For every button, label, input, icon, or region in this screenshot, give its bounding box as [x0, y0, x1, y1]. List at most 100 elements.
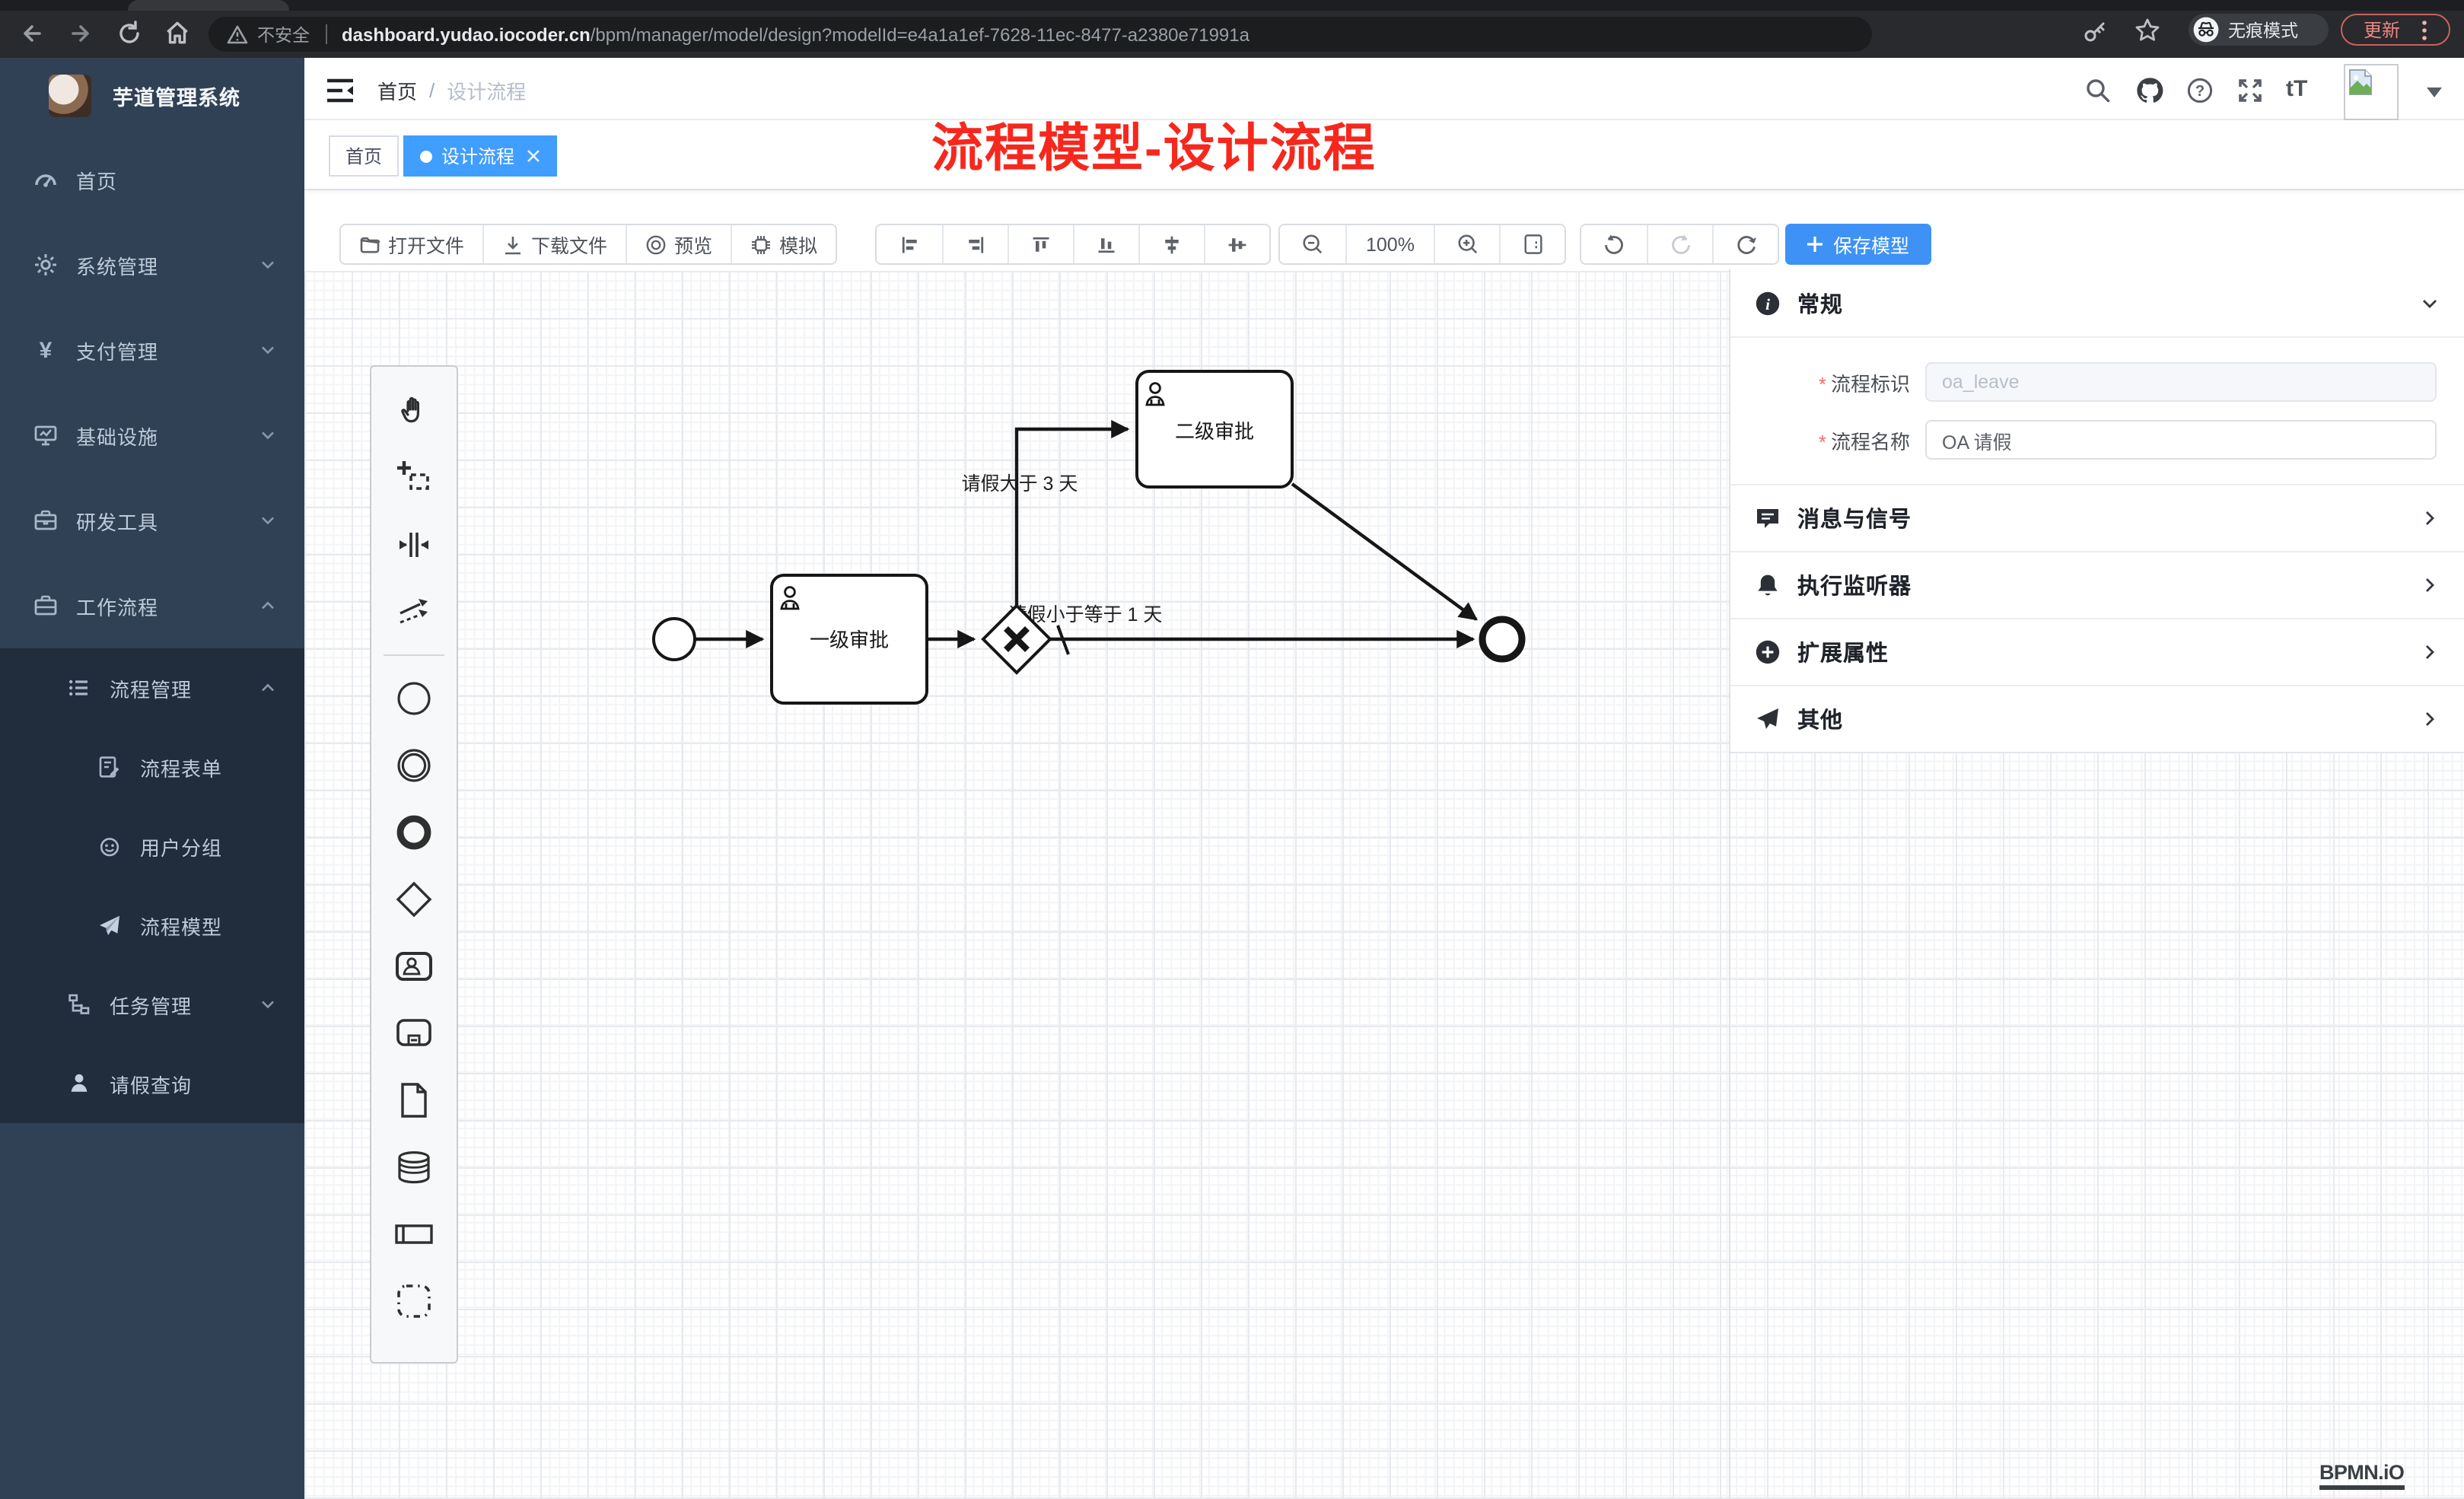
create-intermediate-event[interactable] [371, 732, 457, 799]
view-tab-bar [304, 120, 2464, 190]
incognito-badge[interactable]: 无痕模式 [2189, 14, 2329, 46]
browser-back-icon[interactable] [18, 20, 46, 47]
browser-menu-dots-icon[interactable] [2421, 19, 2427, 40]
align-middle-button[interactable] [1204, 225, 1269, 263]
align-bottom-button[interactable] [1073, 225, 1138, 263]
user-avatar[interactable] [2344, 64, 2399, 120]
browser-active-tab[interactable] [128, 0, 289, 11]
sidebar-item-user-group[interactable]: 用户分组 [0, 807, 304, 886]
align-right-button[interactable] [942, 225, 1008, 263]
zoom-level: 100% [1345, 225, 1434, 263]
sidebar-collapse-icon[interactable] [326, 78, 355, 103]
section-execution-listener[interactable]: 执行监听器 [1730, 551, 2464, 618]
caret-down-icon[interactable] [2426, 87, 2443, 99]
align-center-button[interactable] [1138, 225, 1204, 263]
lasso-tool[interactable] [371, 444, 457, 511]
sidebar-item-system[interactable]: 系统管理 [0, 222, 304, 307]
breadcrumb-separator: / [429, 78, 435, 101]
browser-home-icon[interactable] [163, 18, 192, 47]
browser-update-button[interactable]: 更新 [2341, 14, 2450, 46]
create-user-task[interactable] [371, 933, 457, 1000]
flow-task2-to-end[interactable] [1292, 484, 1476, 619]
update-label: 更新 [2364, 17, 2400, 43]
create-start-event[interactable] [371, 665, 457, 732]
breadcrumb-home[interactable]: 首页 [377, 75, 417, 104]
sidebar-item-infra[interactable]: 基础设施 [0, 393, 304, 478]
chevron-down-icon [2420, 293, 2440, 313]
user-task-1[interactable]: 一级审批 [772, 575, 927, 703]
help-icon[interactable]: ? [2187, 78, 2213, 103]
browser-address-bar[interactable]: 不安全 dashboard.yudao.iocoder.cn/bpm/manag… [209, 17, 1872, 52]
simulate-button[interactable]: 模拟 [731, 225, 836, 263]
chevron-up-icon [259, 679, 277, 697]
bookmark-star-icon[interactable] [2134, 17, 2161, 44]
browser-forward-icon[interactable] [67, 20, 94, 47]
space-tool[interactable] [371, 511, 457, 578]
key-icon[interactable] [2082, 18, 2108, 44]
create-data-object[interactable] [371, 1067, 457, 1134]
create-data-store[interactable] [371, 1134, 457, 1201]
section-other[interactable]: 其他 [1730, 685, 2464, 752]
sidebar-item-payment[interactable]: ¥ 支付管理 [0, 307, 304, 393]
hand-tool[interactable] [371, 377, 457, 444]
url-path: /bpm/manager/model/design?modelId=e4a1a1… [591, 24, 1250, 45]
tab-home[interactable]: 首页 [329, 135, 399, 177]
svg-text:i: i [1765, 294, 1770, 313]
sidebar-item-workflow[interactable]: 工作流程 [0, 563, 304, 648]
restart-button[interactable] [1712, 225, 1778, 263]
close-icon[interactable] [527, 149, 540, 163]
create-participant[interactable] [371, 1201, 457, 1268]
sidebar-logo-row[interactable]: 芋道管理系统 [0, 67, 304, 125]
create-subprocess[interactable] [371, 1000, 457, 1067]
sidebar-item-devtools[interactable]: 研发工具 [0, 478, 304, 563]
zoom-in-button[interactable] [1434, 225, 1499, 263]
undo-button[interactable] [1581, 225, 1647, 263]
app-logo-avatar [49, 75, 91, 117]
align-left-button[interactable] [877, 225, 942, 263]
save-model-button[interactable]: 保存模型 [1785, 224, 1931, 265]
tab-active-dot [420, 150, 432, 162]
browser-reload-icon[interactable] [116, 20, 143, 47]
url-divider [325, 24, 326, 44]
user-task-2[interactable]: 二级审批 [1137, 371, 1292, 487]
section-general[interactable]: i 常规 [1730, 269, 2464, 336]
preview-button[interactable]: 预览 [626, 225, 731, 263]
fit-viewport-button[interactable] [1499, 225, 1565, 263]
sidebar-item-process-form[interactable]: 流程表单 [0, 727, 304, 807]
message-icon [1755, 505, 1781, 531]
palette-separator [384, 654, 444, 656]
sidebar-item-process-mgmt[interactable]: 流程管理 [0, 648, 304, 727]
process-key-input[interactable] [1925, 362, 2437, 402]
sidebar-item-home[interactable]: 首页 [0, 137, 304, 222]
sidebar-item-process-model[interactable]: 流程模型 [0, 886, 304, 965]
end-event[interactable] [1482, 619, 1522, 659]
open-file-button[interactable]: 打开文件 [341, 225, 482, 263]
edge-label-gt[interactable]: 请假大于 3 天 [962, 473, 1078, 495]
global-connect-tool[interactable] [371, 578, 457, 645]
github-icon[interactable] [2135, 76, 2164, 105]
align-top-button[interactable] [1008, 225, 1073, 263]
font-size-icon[interactable]: tT [2286, 76, 2307, 102]
search-icon[interactable] [2085, 78, 2111, 103]
section-message-signal[interactable]: 消息与信号 [1730, 484, 2464, 551]
flow-gateway-to-task2[interactable] [1017, 429, 1128, 606]
security-label[interactable]: 不安全 [257, 22, 310, 46]
send-icon [1755, 706, 1781, 732]
toolbox-icon [33, 508, 58, 533]
security-warning-icon[interactable] [227, 24, 248, 45]
create-gateway[interactable] [371, 866, 457, 933]
tab-design-process[interactable]: 设计流程 [403, 135, 557, 177]
process-name-input[interactable] [1925, 420, 2437, 460]
create-end-event[interactable] [371, 799, 457, 866]
create-group[interactable] [371, 1268, 457, 1335]
section-extended-attributes[interactable]: 扩展属性 [1730, 618, 2464, 685]
download-file-button[interactable]: 下载文件 [482, 225, 626, 263]
bpmn-io-logo[interactable]: BPMN.iO [2319, 1461, 2404, 1490]
sidebar-item-leave-query[interactable]: 请假查询 [0, 1044, 304, 1123]
sidebar-item-task-mgmt[interactable]: 任务管理 [0, 965, 304, 1044]
zoom-out-button[interactable] [1280, 225, 1345, 263]
fullscreen-icon[interactable] [2237, 78, 2263, 103]
start-event[interactable] [654, 619, 695, 660]
redo-button[interactable] [1647, 225, 1712, 263]
chevron-right-icon [2420, 642, 2440, 662]
